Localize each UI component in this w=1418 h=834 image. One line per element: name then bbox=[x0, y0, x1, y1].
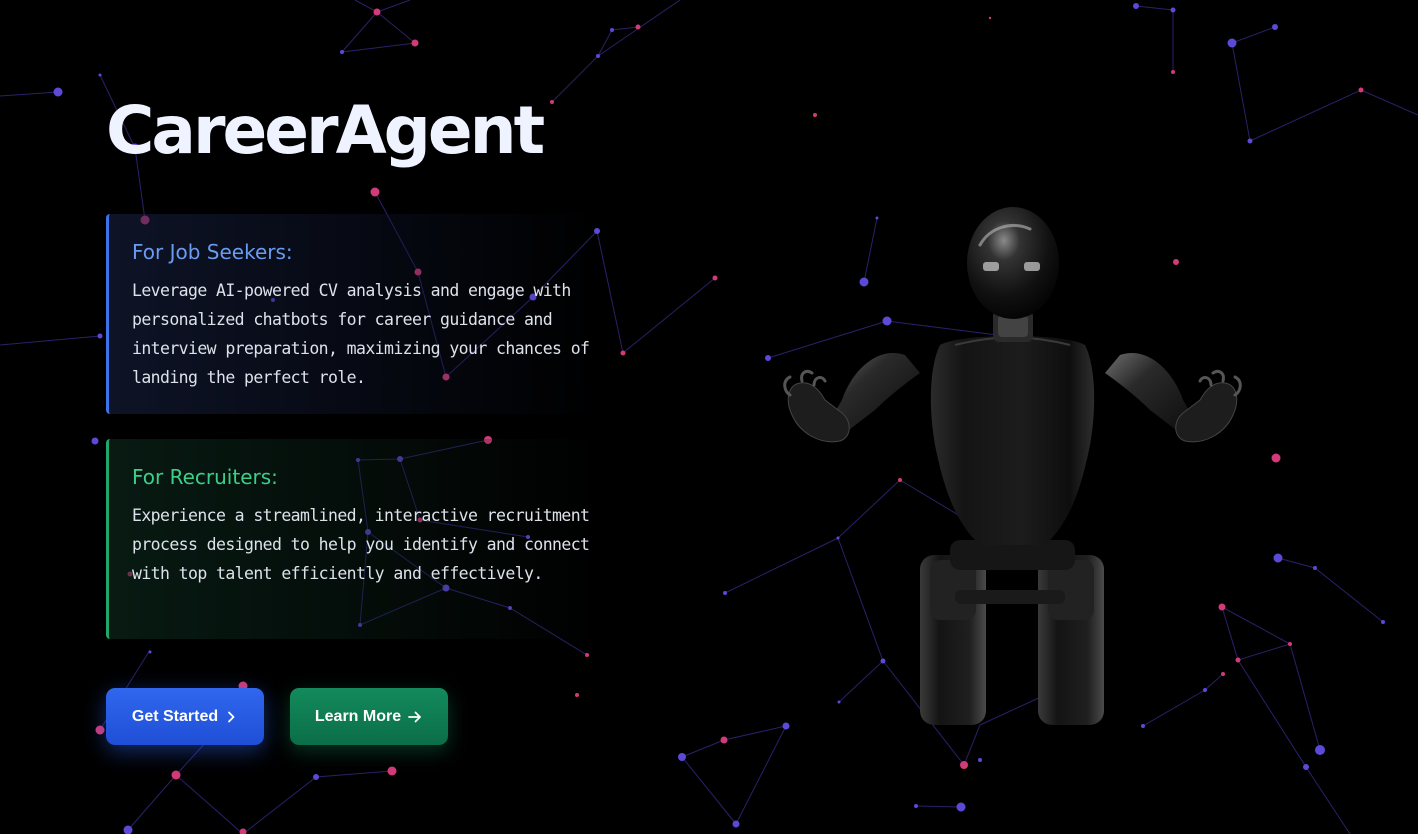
learn-more-label: Learn More bbox=[314, 707, 402, 725]
robot-icon bbox=[783, 207, 1242, 725]
job-seekers-heading: For Job Seekers: bbox=[132, 240, 293, 264]
job-seekers-card: For Job Seekers: Leverage AI-powered CV … bbox=[106, 214, 600, 414]
learn-more-button[interactable]: Learn More bbox=[290, 688, 448, 745]
page-title: CareerAgent bbox=[106, 92, 545, 169]
arrow-right-icon bbox=[408, 711, 422, 722]
get-started-button[interactable]: Get Started bbox=[106, 688, 264, 745]
recruiters-description: Experience a streamlined, interactive re… bbox=[132, 506, 590, 583]
recruiters-heading: For Recruiters: bbox=[132, 465, 278, 489]
job-seekers-description: Leverage AI-powered CV analysis and enga… bbox=[132, 281, 590, 387]
hero-section: CareerAgent For Job Seekers: Leverage AI… bbox=[0, 0, 1418, 834]
recruiters-card: For Recruiters: Experience a streamlined… bbox=[106, 439, 600, 639]
get-started-label: Get Started bbox=[131, 707, 219, 725]
chevron-right-icon bbox=[228, 711, 235, 722]
